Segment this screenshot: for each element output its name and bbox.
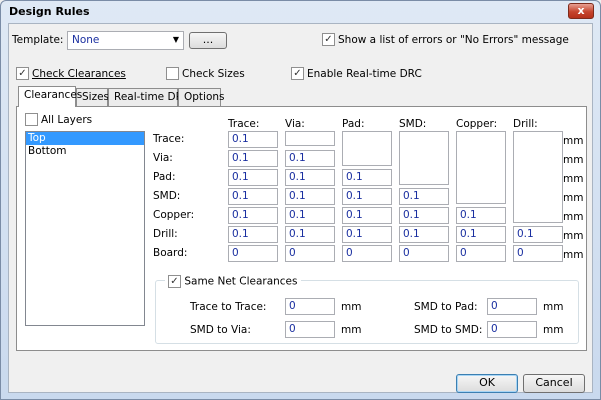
via-trace-empty-field[interactable] (285, 131, 335, 146)
clearance-cell[interactable]: 0.1 (228, 207, 278, 224)
smd-to-smd-label: SMD to SMD: (414, 324, 483, 336)
clearances-tab-page: All Layers Top Bottom Trace: Via: Pad: SMD:… (16, 106, 587, 351)
unused-cell-area (342, 131, 392, 166)
smd-to-smd-unit: mm (543, 324, 564, 336)
clearance-cell[interactable]: 0.1 (342, 207, 392, 224)
clearance-cell[interactable]: 0.1 (228, 131, 278, 148)
unit-label: mm (563, 230, 584, 242)
same-net-checkbox[interactable]: ✓ (168, 275, 181, 288)
smd-to-pad-unit: mm (543, 301, 564, 313)
tab-realtime-drc[interactable]: Real-time DRC (108, 88, 190, 106)
check-sizes-label: Check Sizes (182, 68, 245, 80)
clearance-cell[interactable]: 0.1 (342, 226, 392, 243)
all-layers-label: All Layers (41, 114, 93, 126)
all-layers-checkbox[interactable] (25, 113, 38, 126)
smd-to-via-input[interactable]: 0 (285, 321, 335, 338)
template-label: Template: (12, 34, 64, 46)
template-combo[interactable]: None ▼ (67, 31, 184, 50)
smd-to-smd-input[interactable]: 0 (487, 321, 537, 338)
check-clearances-checkbox[interactable]: ✓ (16, 67, 29, 80)
check-clearances-label: Check Clearances (32, 68, 126, 80)
dialog-client: Template: None ▼ ... ✓ Show a list of er… (8, 23, 593, 393)
clearance-cell[interactable]: 0 (399, 245, 449, 262)
clearance-cell[interactable]: 0.1 (513, 226, 563, 243)
layer-item-bottom[interactable]: Bottom (26, 145, 144, 158)
realtime-drc-label: Enable Real-time DRC (307, 68, 422, 80)
realtime-drc-checkbox[interactable]: ✓ (291, 67, 304, 80)
column-header: SMD: (399, 118, 427, 130)
column-header: Via: (285, 118, 305, 130)
unit-label: mm (563, 211, 584, 223)
unit-label: mm (563, 173, 584, 185)
design-rules-window: Design Rules x Template: None ▼ ... ✓ Sh… (0, 0, 601, 400)
column-header: Trace: (228, 118, 260, 130)
clearance-cell[interactable]: 0.1 (456, 226, 506, 243)
smd-to-pad-label: SMD to Pad: (414, 301, 478, 313)
check-sizes-checkbox[interactable] (166, 67, 179, 80)
trace-to-trace-label: Trace to Trace: (190, 301, 267, 313)
unused-cell-area (399, 131, 449, 185)
row-header: Drill: (153, 228, 178, 240)
clearance-cell[interactable]: 0.1 (228, 169, 278, 186)
trace-to-trace-input[interactable]: 0 (285, 298, 335, 315)
clearance-cell[interactable]: 0 (456, 245, 506, 262)
clearance-cell[interactable]: 0.1 (285, 150, 335, 167)
unused-cell-area (513, 131, 563, 223)
clearance-cell[interactable]: 0.1 (285, 226, 335, 243)
clearance-cell[interactable]: 0.1 (285, 188, 335, 205)
clearance-cell[interactable]: 0.1 (399, 188, 449, 205)
tab-clearances[interactable]: Clearances (18, 86, 82, 107)
title-bar[interactable]: Design Rules x (1, 1, 600, 23)
template-combo-value: None (72, 34, 100, 46)
row-header: Trace: (153, 133, 185, 145)
column-header: Copper: (456, 118, 498, 130)
unit-label: mm (563, 154, 584, 166)
row-header: SMD: (153, 190, 181, 202)
ok-button[interactable]: OK (456, 374, 518, 393)
clearance-cell[interactable]: 0.1 (342, 169, 392, 186)
clearance-cell[interactable]: 0.1 (456, 207, 506, 224)
layer-item-top[interactable]: Top (26, 132, 144, 145)
clearance-cell[interactable]: 0.1 (285, 169, 335, 186)
row-header: Pad: (153, 171, 176, 183)
clearance-cell[interactable]: 0.1 (342, 188, 392, 205)
clearance-cell[interactable]: 0.1 (285, 207, 335, 224)
unused-cell-area (456, 131, 506, 204)
clearance-cell[interactable]: 0.1 (228, 226, 278, 243)
clearance-cell[interactable]: 0.1 (399, 226, 449, 243)
same-net-label: Same Net Clearances (184, 275, 298, 288)
show-errors-label: Show a list of errors or "No Errors" mes… (338, 34, 569, 46)
clearance-cell[interactable]: 0.1 (399, 207, 449, 224)
unit-label: mm (563, 249, 584, 261)
close-button[interactable]: x (568, 3, 594, 19)
smd-to-pad-input[interactable]: 0 (487, 298, 537, 315)
same-net-header: ✓ Same Net Clearances (165, 275, 301, 288)
column-header: Pad: (342, 118, 365, 130)
tab-options[interactable]: Options (178, 88, 225, 106)
row-header: Via: (153, 152, 173, 164)
unit-label: mm (563, 192, 584, 204)
row-header: Copper: (153, 209, 195, 221)
cancel-button[interactable]: Cancel (523, 374, 585, 393)
show-errors-checkbox[interactable]: ✓ (322, 33, 335, 46)
row-header: Board: (153, 247, 188, 259)
chevron-down-icon: ▼ (172, 35, 179, 44)
window-title: Design Rules (9, 5, 90, 18)
smd-to-via-unit: mm (341, 324, 362, 336)
layers-listbox[interactable]: Top Bottom (25, 131, 145, 326)
template-browse-button[interactable]: ... (189, 32, 227, 49)
trace-to-trace-unit: mm (341, 301, 362, 313)
clearance-cell[interactable]: 0 (228, 245, 278, 262)
clearance-cell[interactable]: 0.1 (228, 188, 278, 205)
clearance-cell[interactable]: 0 (342, 245, 392, 262)
unit-label: mm (563, 135, 584, 147)
clearance-cell[interactable]: 0 (285, 245, 335, 262)
clearance-cell[interactable]: 0 (513, 245, 563, 262)
clearance-cell[interactable]: 0.1 (228, 150, 278, 167)
column-header: Drill: (513, 118, 538, 130)
smd-to-via-label: SMD to Via: (190, 324, 251, 336)
